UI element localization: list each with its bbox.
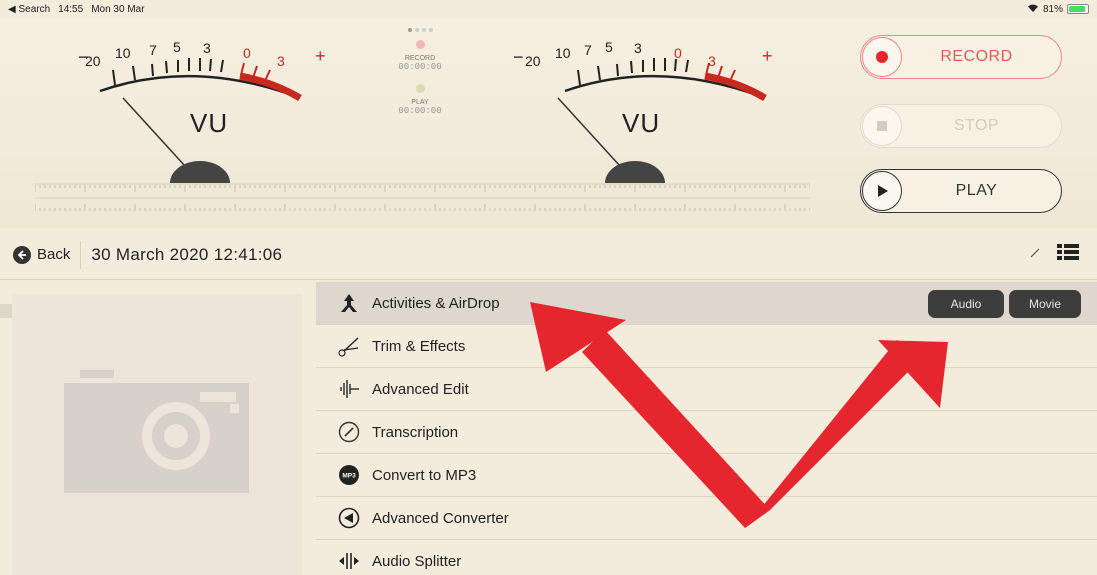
svg-text:10: 10: [115, 45, 131, 61]
svg-text:+: +: [762, 46, 773, 66]
edit-title-icon[interactable]: [1029, 246, 1041, 264]
status-date: Mon 30 Mar: [91, 3, 145, 15]
play-status-label: PLAY: [411, 99, 429, 106]
waveform-icon: [338, 378, 360, 400]
svg-text:−: −: [513, 47, 524, 67]
menu-item-label: Audio Splitter: [372, 552, 462, 570]
vu-meter-right: − 20 10 7 5 3 0 3 + VU: [510, 18, 810, 183]
vu-meter-right-dial: − 20 10 7 5 3 0 3 +: [513, 39, 773, 183]
menu-item-convert-mp3[interactable]: MP3 Convert to MP3: [316, 454, 1097, 497]
wifi-icon: [1027, 3, 1039, 16]
stop-button-label: STOP: [953, 117, 1000, 134]
record-icon: [862, 37, 902, 77]
svg-text:3: 3: [203, 40, 211, 56]
artwork-preview: [12, 294, 302, 575]
vu-meter-left: − 20 10 7 5 3 0 3 + VU: [45, 18, 345, 183]
vu-label-right: VU: [622, 108, 661, 138]
svg-text:MP3: MP3: [342, 473, 356, 480]
menu-item-transcription[interactable]: Transcription: [316, 411, 1097, 454]
splitter-icon: [338, 550, 360, 572]
menu-item-label: Transcription: [372, 423, 459, 441]
record-status-label: RECORD: [404, 55, 436, 62]
pencil-circle-icon: [338, 421, 360, 443]
battery-percent: 81%: [1042, 3, 1063, 15]
svg-text:3: 3: [277, 53, 285, 69]
svg-text:0: 0: [674, 45, 682, 61]
svg-text:7: 7: [149, 42, 157, 58]
battery-icon: [1067, 4, 1089, 14]
status-time: 14:55: [58, 3, 84, 15]
nav-divider: [80, 240, 82, 269]
menu-item-label: Advanced Edit: [372, 380, 469, 398]
vu-label-left: VU: [190, 108, 229, 138]
svg-text:20: 20: [85, 53, 101, 69]
svg-text:5: 5: [173, 39, 181, 55]
play-button[interactable]: PLAY: [860, 169, 1062, 213]
movie-share-button[interactable]: Movie: [1009, 290, 1081, 318]
play-led: [415, 84, 425, 93]
record-button-label: RECORD: [940, 48, 1013, 65]
play-time: 00:00:00: [398, 106, 442, 116]
menu-item-audio-splitter[interactable]: Audio Splitter: [316, 540, 1097, 575]
timeline-ruler[interactable]: [35, 183, 810, 213]
camera-placeholder-icon: [64, 370, 249, 493]
record-button[interactable]: RECORD: [860, 35, 1062, 79]
action-menu: Activities & AirDrop Audio Movie Trim & …: [316, 282, 1097, 575]
vu-meter-left-dial: − 20 10 7 5 3 0 3 +: [78, 39, 326, 183]
page-title: 30 March 2020 12:41:06: [91, 244, 283, 264]
stop-button[interactable]: STOP: [860, 104, 1062, 148]
nav-bar: Back 30 March 2020 12:41:06: [0, 230, 1097, 280]
menu-item-label: Convert to MP3: [372, 466, 477, 484]
svg-text:7: 7: [584, 42, 592, 58]
menu-item-activities-airdrop[interactable]: Activities & AirDrop Audio Movie: [316, 282, 1097, 325]
menu-item-trim-effects[interactable]: Trim & Effects: [316, 325, 1097, 368]
record-led: [415, 40, 425, 49]
menu-item-advanced-edit[interactable]: Advanced Edit: [316, 368, 1097, 411]
svg-text:20: 20: [525, 53, 541, 69]
recorder-panel: − 20 10 7 5 3 0 3 + VU − 20 10 7 5 3 0 3…: [0, 18, 1097, 228]
svg-text:5: 5: [605, 39, 613, 55]
svg-text:+: +: [315, 46, 326, 66]
svg-text:10: 10: [555, 45, 571, 61]
play-button-label: PLAY: [955, 182, 998, 199]
svg-text:3: 3: [708, 53, 716, 69]
menu-item-label: Advanced Converter: [372, 509, 509, 527]
scissors-icon: [338, 335, 360, 357]
back-to-search-link[interactable]: ◀ Search: [8, 4, 50, 15]
play-icon: [862, 171, 902, 211]
page-dots: [380, 28, 460, 32]
list-view-icon[interactable]: [1057, 243, 1079, 266]
stop-icon: [862, 106, 902, 146]
airdrop-icon: [338, 292, 360, 314]
record-time: 00:00:00: [398, 62, 442, 72]
recording-status: RECORD 00:00:00 PLAY 00:00:00: [380, 28, 460, 116]
audio-share-button[interactable]: Audio: [928, 290, 1004, 318]
svg-text:0: 0: [243, 45, 251, 61]
back-button[interactable]: Back: [0, 239, 70, 271]
status-bar: ◀ Search 14:55 Mon 30 Mar 81%: [0, 0, 1097, 18]
back-arrow-icon: [13, 245, 31, 264]
back-label: Back: [37, 246, 71, 263]
menu-item-advanced-converter[interactable]: Advanced Converter: [316, 497, 1097, 540]
menu-item-label: Trim & Effects: [372, 337, 466, 355]
menu-item-label: Activities & AirDrop: [372, 294, 500, 312]
converter-icon: [338, 507, 360, 529]
mp3-icon: MP3: [338, 464, 360, 486]
svg-text:3: 3: [634, 40, 642, 56]
